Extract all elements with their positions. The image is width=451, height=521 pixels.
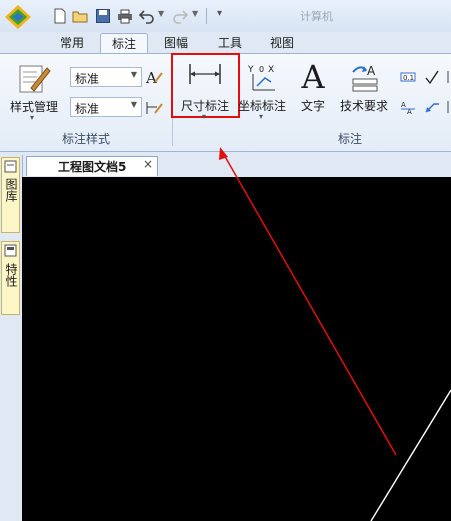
dimension-style-dropdown[interactable]: 标准 ▼: [70, 97, 142, 117]
tech-requirement-icon[interactable]: A: [350, 62, 380, 92]
svg-text:0.1: 0.1: [403, 74, 414, 82]
undo-dropdown-icon[interactable]: ▼: [158, 9, 164, 18]
canvas-geometry-line: [370, 389, 451, 521]
dimension-style-value: 标准: [75, 102, 100, 116]
side-tab-properties-label: 特性: [4, 263, 18, 287]
chevron-down-icon: ▼: [130, 70, 137, 79]
tab-common[interactable]: 常用: [54, 33, 90, 53]
text-button[interactable]: 文字: [298, 97, 328, 114]
annotation-group-label: 标注: [337, 132, 362, 146]
roughness-icon[interactable]: [424, 69, 440, 85]
customize-icon[interactable]: ▾: [217, 8, 222, 19]
redo-icon[interactable]: [172, 8, 188, 24]
text-style-icon[interactable]: A: [145, 68, 163, 86]
svg-text:Y: Y: [247, 65, 254, 75]
side-tab-library-label: 图库: [4, 178, 18, 202]
tech-requirement-button[interactable]: 技术要求: [338, 97, 390, 114]
tab-frame[interactable]: 图幅: [156, 33, 196, 53]
text-style-dropdown[interactable]: 标准 ▼: [70, 67, 142, 87]
text-style-value: 标准: [75, 72, 100, 86]
datum-icon[interactable]: A A: [400, 99, 416, 115]
svg-text:A: A: [145, 69, 157, 86]
close-icon[interactable]: ×: [143, 157, 153, 171]
new-file-icon[interactable]: [52, 8, 68, 24]
chevron-down-icon[interactable]: ▾: [30, 113, 34, 122]
leader-icon[interactable]: [424, 99, 440, 115]
chevron-down-icon[interactable]: ▾: [259, 112, 263, 121]
save-icon[interactable]: [95, 8, 111, 24]
svg-text:A: A: [401, 101, 406, 109]
print-icon[interactable]: [117, 8, 133, 24]
svg-text:A: A: [367, 64, 376, 78]
properties-icon: [4, 244, 17, 257]
tab-annotation[interactable]: 标注: [100, 33, 148, 54]
tolerance-icon[interactable]: 0.1: [400, 70, 416, 84]
separator: [206, 8, 207, 24]
chevron-down-icon[interactable]: ▾: [202, 112, 206, 121]
app-logo-icon[interactable]: [4, 4, 32, 30]
text-icon[interactable]: A: [298, 58, 328, 96]
chevron-down-icon: ▼: [130, 100, 137, 109]
tab-view[interactable]: 视图: [262, 33, 302, 53]
coordinate-icon[interactable]: Y 0 X: [247, 62, 277, 92]
app-name: 计算机: [300, 10, 333, 23]
undo-icon[interactable]: [139, 8, 155, 24]
dimension-icon[interactable]: [187, 62, 223, 86]
svg-text:0: 0: [259, 65, 264, 74]
more-tool-icon[interactable]: [445, 99, 451, 115]
tab-tools[interactable]: 工具: [210, 33, 250, 53]
library-icon: [4, 160, 17, 173]
redo-dropdown-icon[interactable]: ▼: [192, 9, 198, 18]
document-tab-label: 工程图文档5: [58, 160, 127, 174]
open-folder-icon[interactable]: [72, 8, 88, 24]
style-manager-icon[interactable]: [17, 62, 51, 94]
more-tool-icon[interactable]: [445, 69, 451, 85]
style-group-label: 标注样式: [61, 132, 110, 146]
dimension-style-icon[interactable]: [145, 99, 163, 117]
svg-text:X: X: [268, 65, 274, 75]
